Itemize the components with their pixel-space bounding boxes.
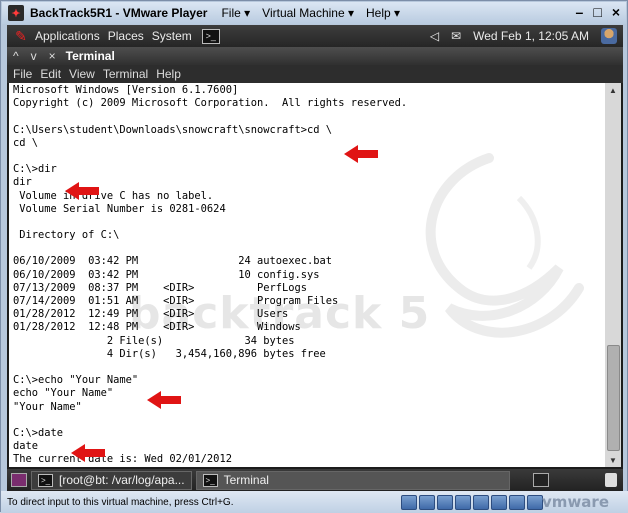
gnome-bottom-panel: >_ [root@bt: /var/log/apa... >_ Terminal	[7, 469, 623, 491]
taskbar-item-apache-log[interactable]: >_ [root@bt: /var/log/apa...	[31, 470, 192, 490]
sound-icon[interactable]	[491, 495, 507, 510]
terminal-lines: Microsoft Windows [Version 6.1.7600] Copy…	[13, 84, 407, 466]
annotation-arrow-icon	[147, 391, 181, 409]
terminal-menu-file[interactable]: File	[13, 67, 32, 81]
display-icon[interactable]	[527, 495, 543, 510]
terminal-menu-terminal[interactable]: Terminal	[103, 67, 148, 81]
terminal-line: 01/28/2012 12:49 PM <DIR> Users	[13, 308, 289, 321]
guest-screen[interactable]: ✎ Applications Places System >_ ◁ ✉ Wed …	[7, 25, 623, 491]
menu-virtual-machine[interactable]: Virtual Machine ▾	[262, 6, 354, 20]
vmware-logo: vmware	[542, 493, 609, 511]
terminal-launcher-icon[interactable]: >_	[201, 28, 220, 44]
mail-icon[interactable]: ✉	[451, 29, 461, 43]
terminal-line: C:\Users\student\Downloads\snowcraft\sno…	[13, 123, 333, 136]
terminal-menu-view[interactable]: View	[69, 67, 95, 81]
minimize-terminal-button[interactable]: v	[31, 49, 37, 63]
terminal-line: Volume Serial Number is 0281-0624	[13, 202, 226, 215]
network-icon[interactable]	[455, 495, 471, 510]
taskbar-item-label: [root@bt: /var/log/apa...	[59, 473, 185, 487]
terminal-menu-help[interactable]: Help	[156, 67, 181, 81]
cdrom-icon[interactable]	[419, 495, 435, 510]
scroll-down-icon[interactable]: ▼	[605, 453, 621, 467]
terminal-menu-edit[interactable]: Edit	[40, 67, 61, 81]
menu-system[interactable]: System	[152, 29, 192, 43]
volume-icon[interactable]: ◁	[430, 29, 439, 43]
terminal-line: "Your Name"	[13, 400, 82, 413]
terminal-line: C:\>date	[13, 426, 64, 439]
terminal-line: 4 Dir(s) 3,454,160,896 bytes free	[13, 347, 326, 360]
terminal-line: 07/14/2009 01:51 AM <DIR> Program Files	[13, 295, 339, 307]
clock[interactable]: Wed Feb 1, 12:05 AM	[473, 29, 589, 43]
terminal-line: 06/10/2009 03:42 PM 10 config.sys	[13, 268, 320, 281]
maximize-button[interactable]: □	[593, 4, 601, 20]
window-title: BackTrack5R1 - VMware Player	[30, 6, 208, 20]
terminal-line: Copyright (c) 2009 Microsoft Corporation…	[13, 97, 408, 110]
usb-icon[interactable]	[473, 495, 489, 510]
terminal-title-bar: ^ v × Terminal	[7, 47, 623, 65]
terminal-line: Microsoft Windows [Version 6.1.7600]	[13, 84, 239, 96]
printer-icon[interactable]	[509, 495, 525, 510]
menu-applications[interactable]: Applications	[35, 29, 100, 43]
backtrack-dragon-icon: ✎	[15, 27, 27, 44]
terminal-icon: >_	[202, 473, 218, 487]
menu-help[interactable]: Help ▾	[366, 6, 400, 20]
close-button[interactable]: ×	[612, 4, 620, 20]
menu-file[interactable]: File ▾	[221, 6, 250, 20]
status-hint: To direct input to this virtual machine,…	[7, 496, 234, 508]
terminal-line: C:\>echo "Your Name"	[13, 374, 139, 387]
user-icon[interactable]	[601, 28, 617, 44]
terminal-line: echo "Your Name"	[13, 387, 114, 400]
minimize-button[interactable]: –	[576, 4, 584, 20]
terminal-line: 01/28/2012 12:48 PM <DIR> Windows	[13, 321, 301, 334]
annotation-arrow-icon	[344, 145, 378, 163]
gnome-top-panel: ✎ Applications Places System >_ ◁ ✉ Wed …	[7, 25, 623, 47]
vmware-title-bar: ✦ BackTrack5R1 - VMware Player File ▾ Vi…	[2, 2, 626, 24]
close-terminal-button[interactable]: ×	[49, 49, 56, 63]
terminal-line: 2 File(s) 34 bytes	[13, 334, 295, 347]
scroll-up-icon[interactable]: ▲	[605, 83, 621, 97]
terminal-line: 06/10/2009 03:42 PM 24 autoexec.bat	[13, 255, 333, 268]
taskbar-item-label: Terminal	[223, 473, 269, 487]
taskbar-item-terminal[interactable]: >_ Terminal	[195, 470, 510, 490]
annotation-arrow-icon	[65, 182, 99, 200]
vmware-status-bar: To direct input to this virtual machine,…	[1, 491, 628, 513]
scrollbar-thumb[interactable]	[607, 345, 620, 451]
terminal-output[interactable]: backtrack 5 Microsoft Windows [Version 6…	[9, 83, 605, 467]
trash-icon[interactable]	[605, 473, 617, 487]
backtrack-logo-icon: ✦	[8, 5, 24, 21]
floppy-icon[interactable]	[437, 495, 453, 510]
terminal-line: C:\>dir	[13, 163, 57, 176]
show-desktop-icon[interactable]	[11, 473, 27, 487]
terminal-icon: >_	[38, 473, 53, 487]
workspace-switcher-icon[interactable]	[533, 473, 549, 487]
terminal-line: 07/13/2009 08:37 PM <DIR> PerfLogs	[13, 281, 308, 294]
terminal-scrollbar[interactable]: ▲ ▼	[605, 83, 621, 467]
annotation-arrow-icon	[71, 444, 105, 462]
terminal-title: Terminal	[65, 49, 115, 63]
vmware-player-window: ✦ BackTrack5R1 - VMware Player File ▾ Vi…	[0, 0, 628, 513]
terminal-menu-bar: File Edit View Terminal Help	[7, 65, 623, 83]
device-icons	[401, 495, 543, 510]
hard-disk-icon[interactable]	[401, 495, 417, 510]
terminal-line: Directory of C:\	[13, 229, 120, 242]
menu-places[interactable]: Places	[108, 29, 144, 43]
roll-up-button[interactable]: ^	[13, 49, 19, 63]
